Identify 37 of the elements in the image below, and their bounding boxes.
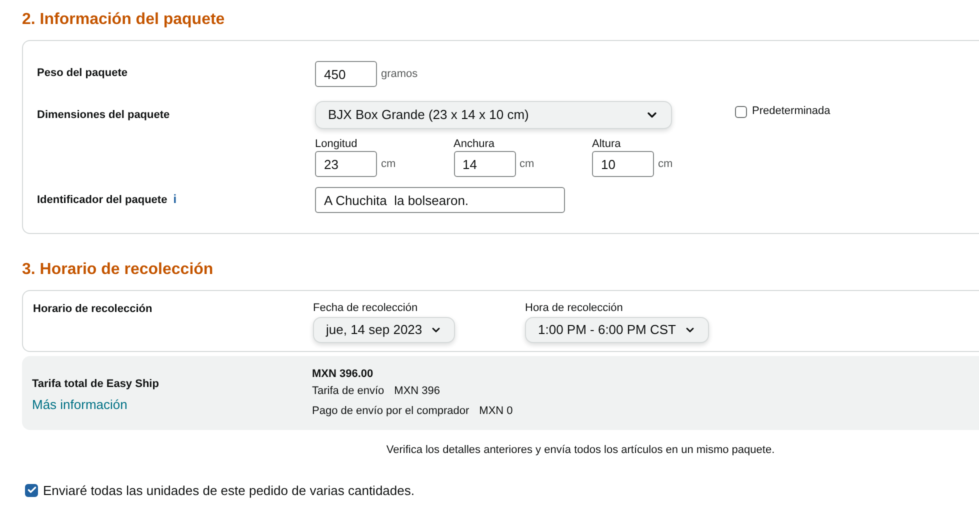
checkbox-label: Enviaré todas las unidades de este pedido de varias cantidades. (43, 482, 414, 500)
fee-label: Tarifa total de Easy Ship (32, 377, 160, 392)
input-field[interactable]: 10 (592, 151, 654, 177)
input-field[interactable]: A Chuchita la bolsearon. (315, 187, 565, 213)
field-label: Dimensiones del paquete (37, 108, 171, 123)
fee-total: MXN 396.00 (312, 367, 374, 381)
box-dropdown[interactable]: BJX Box Grande (23 x 14 x 10 cm) (315, 101, 672, 129)
field-label: Peso del paquete (37, 66, 128, 81)
checkbox-label: Predeterminada (752, 104, 830, 119)
unit-label: gramos (381, 66, 418, 82)
unit-label: cm (520, 156, 534, 172)
check-icon (26, 485, 36, 496)
section-title: 2. Información del paquete (22, 10, 226, 30)
input-field[interactable]: 450 (315, 61, 377, 87)
unit-label: cm (381, 156, 396, 172)
fee-amount: MXN 396 (394, 384, 440, 399)
field-label: Hora de recolección (525, 301, 623, 315)
dropdown[interactable]: 1:00 PM - 6:00 PM CST (525, 317, 709, 343)
dimension-label: Anchura (454, 137, 496, 151)
checkbox[interactable] (735, 106, 747, 118)
field-label: Fecha de recolección (313, 301, 418, 315)
note-text: Verifica los detalles anteriores y envía todos los artículos en un mismo paquete. (386, 443, 775, 458)
info-link[interactable]: i (173, 190, 177, 208)
input-field[interactable]: 23 (315, 151, 377, 177)
fee-line-label: Tarifa de envío (312, 384, 384, 399)
dropdown[interactable]: jue, 14 sep 2023 (313, 317, 456, 343)
input-field[interactable]: 14 (454, 151, 516, 177)
section-title: 3. Horario de recolección (22, 260, 214, 280)
dimension-label: Longitud (315, 137, 358, 151)
more-info-link[interactable]: Más información (32, 394, 312, 414)
unit-label: cm (658, 156, 673, 172)
fee-line-label: Pago de envío por el comprador (312, 404, 470, 419)
dimension-label: Altura (592, 137, 622, 151)
field-label: Identificador del paquete (37, 192, 168, 208)
field-label: Horario de recolección (33, 302, 154, 317)
fee-amount: MXN 0 (479, 404, 513, 419)
checkbox[interactable] (25, 484, 38, 497)
